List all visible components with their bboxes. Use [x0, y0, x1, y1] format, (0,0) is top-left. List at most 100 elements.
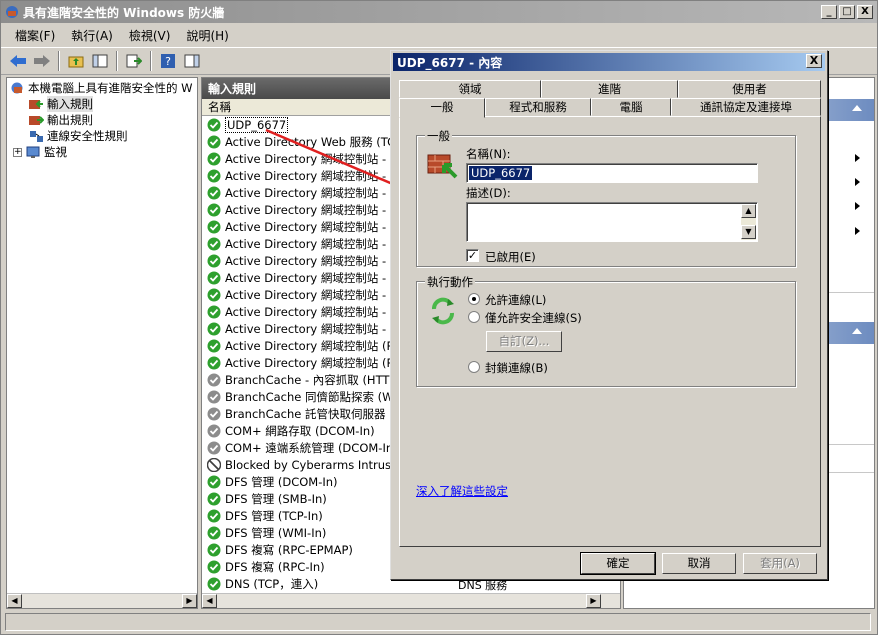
apply-button[interactable]: 套用(A) [743, 553, 817, 574]
scroll-left-arrow-icon[interactable]: ◀ [202, 594, 217, 608]
firewall-root-icon [11, 82, 23, 93]
expand-icon[interactable]: + [13, 147, 22, 157]
disabled-check-icon [207, 373, 221, 386]
enabled-checkbox[interactable]: ✓ [466, 249, 479, 262]
firewall-rule-icon [427, 154, 458, 179]
block-connection-radio[interactable] [468, 361, 480, 373]
rule-name: Active Directory 網域控制站 (RPC [225, 355, 410, 370]
tab-computers[interactable]: 電腦 [591, 98, 671, 116]
rule-name: Active Directory 網域控制站 - 通用 [225, 304, 413, 319]
enabled-check-icon [207, 509, 221, 522]
enabled-check-icon [207, 356, 221, 369]
tree-item-inbound-rules[interactable]: 輸入規則 [29, 96, 93, 112]
help-button[interactable]: ? [157, 50, 179, 72]
disabled-check-icon [207, 390, 221, 403]
menu-help[interactable]: 說明(H) [178, 26, 236, 45]
rule-properties-dialog: UDP_6677 - 內容 X 領域 進階 使用者 一般 程式和服務 電腦 通訊… [390, 50, 828, 580]
scroll-down-arrow-icon[interactable]: ▼ [741, 225, 756, 239]
disabled-check-icon [207, 441, 221, 454]
allow-secure-connection-radio[interactable] [468, 311, 480, 323]
tree-item-outbound-rules[interactable]: 輸出規則 [29, 112, 93, 128]
back-button[interactable] [7, 50, 29, 72]
enabled-check-icon [207, 203, 221, 216]
firewall-app-icon [6, 6, 18, 18]
tab-general[interactable]: 一般 [399, 98, 485, 118]
enabled-check-icon [207, 526, 221, 539]
submenu-arrow-icon[interactable] [855, 178, 860, 186]
export-button[interactable] [123, 50, 145, 72]
export-list-icon [126, 54, 142, 68]
console-tree: 本機電腦上具有進階安全性的 W 輸入規則 輸出規則 連線安全性規則 + 監視 ◀… [6, 77, 198, 609]
menu-file[interactable]: 檔案(F) [7, 26, 63, 45]
enabled-check-icon [207, 543, 221, 556]
customize-button[interactable]: 自訂(Z)... [486, 331, 562, 352]
submenu-arrow-icon[interactable] [855, 227, 860, 235]
up-folder-button[interactable] [65, 50, 87, 72]
tree-item-monitoring[interactable]: + 監視 [13, 144, 67, 160]
general-group-label: 一般 [425, 128, 452, 144]
tab-advanced[interactable]: 進階 [541, 80, 678, 98]
enabled-check-icon [207, 339, 221, 352]
list-horizontal-scrollbar[interactable]: ◀ ▶ [202, 593, 620, 608]
rule-name: DFS 管理 (TCP-In) [225, 508, 323, 523]
forward-button[interactable] [31, 50, 53, 72]
description-label: 描述(D): [466, 186, 511, 200]
tree-root[interactable]: 本機電腦上具有進階安全性的 W [10, 80, 193, 96]
close-button[interactable]: X [857, 5, 873, 19]
tab-scope[interactable]: 領域 [399, 80, 541, 98]
rule-name: Active Directory 網域控制站 - Net [225, 219, 411, 234]
general-tab-panel: 一般 名稱(N): UDP_6677 描述(D): ▲ ▼ ✓ 已啟用(E) 執… [399, 116, 821, 547]
connection-security-icon [30, 130, 43, 142]
name-field[interactable]: UDP_6677 [466, 163, 758, 183]
svg-text:?: ? [165, 55, 171, 68]
rule-name: DFS 管理 (SMB-In) [225, 491, 327, 506]
enabled-check-icon [207, 271, 221, 284]
tab-programs-services[interactable]: 程式和服務 [485, 98, 591, 116]
cancel-button[interactable]: 取消 [662, 553, 736, 574]
scroll-left-arrow-icon[interactable]: ◀ [7, 594, 22, 608]
enabled-check-icon [207, 237, 221, 250]
rule-name: DFS 複寫 (RPC-In) [225, 559, 325, 574]
submenu-arrow-icon[interactable] [855, 154, 860, 162]
enabled-check-icon [207, 135, 221, 148]
enabled-check-icon [207, 186, 221, 199]
rule-name: DFS 管理 (WMI-In) [225, 525, 327, 540]
minimize-button[interactable]: _ [821, 5, 837, 19]
dialog-close-button[interactable]: X [806, 54, 822, 68]
enabled-check-icon [207, 169, 221, 182]
description-scrollbar[interactable]: ▲ ▼ [741, 204, 756, 240]
tree-root-label: 本機電腦上具有進階安全性的 W [28, 81, 193, 95]
enabled-check-icon [207, 560, 221, 573]
tree-item-connection-security-rules[interactable]: 連線安全性規則 [29, 128, 128, 144]
rule-name: Active Directory 網域控制站 - 通用 [225, 321, 413, 336]
menu-action[interactable]: 執行(A) [63, 26, 121, 45]
description-field[interactable]: ▲ ▼ [466, 202, 758, 242]
tab-protocols-ports[interactable]: 通訊協定及連接埠 [671, 98, 821, 116]
title-bar: 具有進階安全性的 Windows 防火牆 _ □ X [1, 1, 877, 23]
scroll-up-arrow-icon[interactable]: ▲ [741, 204, 756, 218]
show-hide-tree-button[interactable] [89, 50, 111, 72]
learn-more-link[interactable]: 深入了解這些設定 [416, 483, 508, 499]
ok-button[interactable]: 確定 [580, 552, 656, 575]
blocked-rule-icon [207, 457, 221, 472]
submenu-arrow-icon[interactable] [855, 202, 860, 210]
rule-name: Active Directory 網域控制站 (RPC) [225, 338, 414, 353]
menu-view[interactable]: 檢視(V) [121, 26, 179, 45]
collapse-icon [852, 328, 862, 334]
rule-name: BranchCache - 內容抓取 (HTTP-In) [225, 372, 416, 387]
tree-horizontal-scrollbar[interactable]: ◀ ▶ [7, 593, 197, 608]
rule-name: DFS 管理 (DCOM-In) [225, 474, 338, 489]
allow-connection-radio[interactable] [468, 293, 480, 305]
scroll-right-arrow-icon[interactable]: ▶ [182, 594, 197, 608]
name-label: 名稱(N): [466, 147, 511, 161]
disabled-check-icon [207, 407, 221, 420]
window-title: 具有進階安全性的 Windows 防火牆 [23, 5, 225, 20]
maximize-button[interactable]: □ [839, 5, 855, 19]
scroll-right-arrow-icon[interactable]: ▶ [586, 594, 601, 608]
tab-users[interactable]: 使用者 [678, 80, 821, 98]
enabled-check-icon [207, 152, 221, 165]
show-hide-action-pane-button[interactable] [181, 50, 203, 72]
enabled-check-icon [207, 305, 221, 318]
enabled-check-icon [207, 322, 221, 335]
back-arrow-icon [10, 55, 26, 67]
